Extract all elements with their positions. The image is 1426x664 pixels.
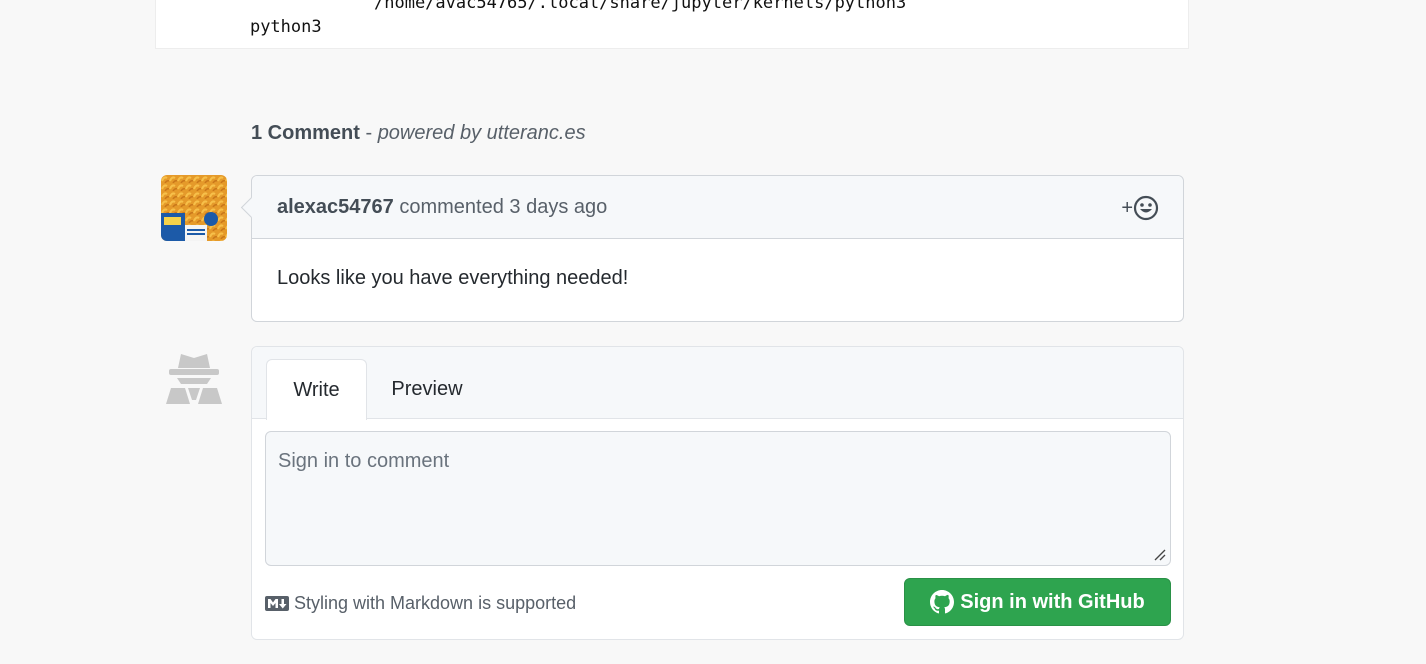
- resize-handle-icon[interactable]: [1154, 549, 1166, 561]
- markdown-icon: [265, 596, 289, 611]
- comment-card: alexac54767 commented 3 days ago + Looks…: [251, 175, 1184, 322]
- comment-count: 1 Comment: [251, 122, 360, 144]
- comment-action: commented: [393, 196, 510, 218]
- comment-body: Looks like you have everything needed!: [277, 267, 629, 289]
- title-separator: -: [359, 122, 378, 144]
- plus-label: +: [1121, 196, 1133, 219]
- comment-form: Write Preview Styling with Markdown is s…: [251, 346, 1184, 640]
- code-output-block: python3 /home/avac54765/.local/share/jup…: [155, 0, 1189, 49]
- code-line: python3 /home/avac54765/.local/share/jup…: [209, 0, 906, 87]
- kernel-name: python3: [249, 17, 322, 37]
- github-mark-icon: [930, 590, 955, 614]
- tab-preview[interactable]: Preview: [375, 359, 479, 419]
- markdown-note-text: Styling with Markdown is supported: [294, 593, 577, 613]
- kernel-path: /home/avac54765/.local/share/jupyter/ker…: [374, 0, 907, 13]
- utterances-link[interactable]: utteranc.es: [487, 122, 586, 144]
- tab-write[interactable]: Write: [266, 359, 367, 420]
- smiley-icon: [1133, 195, 1159, 221]
- comments-title: 1 Comment - powered by utteranc.es: [251, 122, 586, 145]
- add-reaction-button[interactable]: +: [1121, 195, 1159, 221]
- markdown-note[interactable]: Styling with Markdown is supported: [265, 593, 576, 614]
- form-tabs: Write Preview: [252, 347, 1183, 420]
- comment-author[interactable]: alexac54767: [277, 196, 394, 218]
- anonymous-user-icon: [166, 354, 222, 404]
- powered-by: powered by utteranc.es: [377, 122, 586, 144]
- sign-in-label: Sign in with GitHub: [960, 590, 1145, 613]
- avatar[interactable]: [161, 175, 227, 241]
- sign-in-with-github-button[interactable]: Sign in with GitHub: [904, 578, 1171, 626]
- comment-header: alexac54767 commented 3 days ago +: [252, 176, 1183, 239]
- comment-input[interactable]: [265, 431, 1171, 566]
- avatar-image: [161, 175, 227, 241]
- comment-meta: alexac54767 commented 3 days ago: [277, 196, 607, 219]
- comment-time[interactable]: 3 days ago: [509, 196, 607, 218]
